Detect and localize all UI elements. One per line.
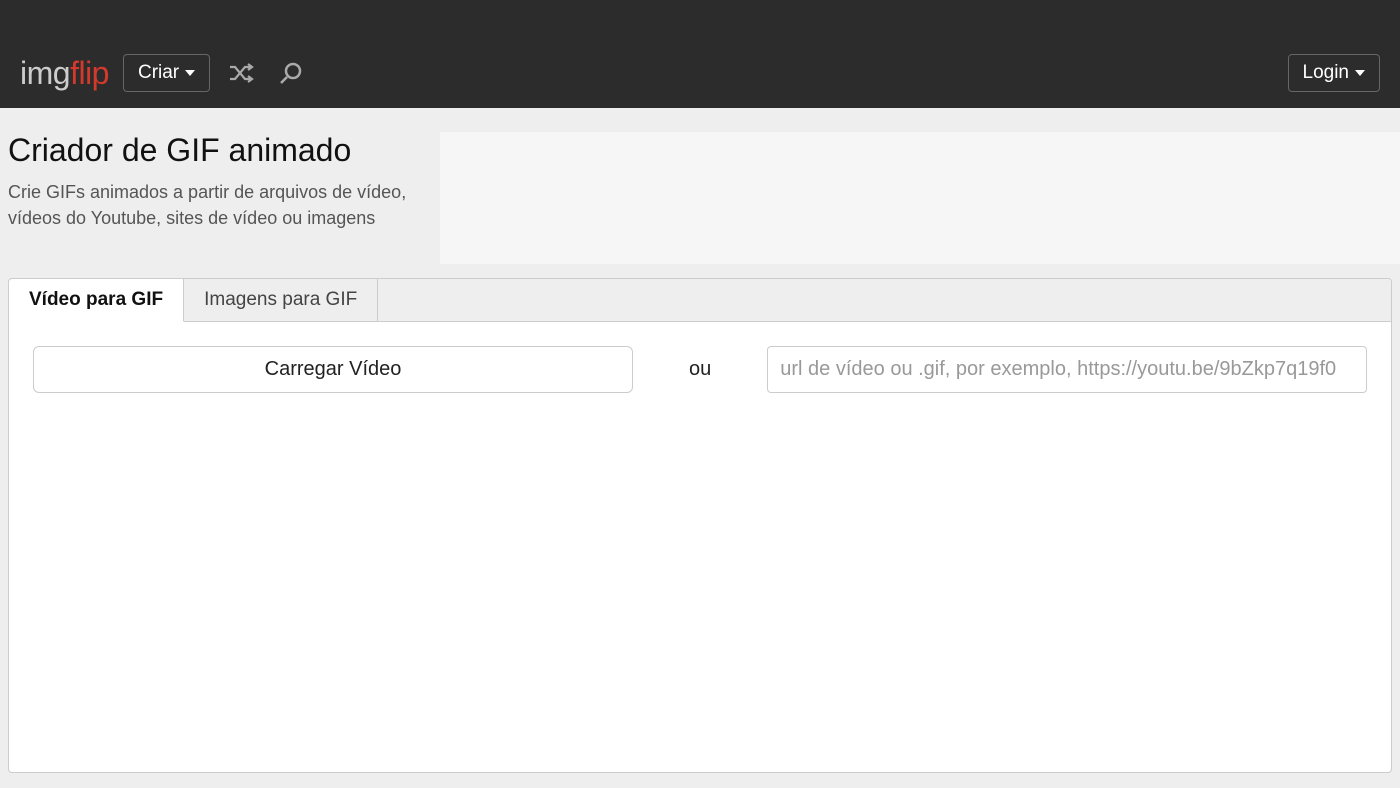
or-label: ou (633, 358, 767, 381)
shuffle-button[interactable] (224, 58, 260, 88)
logo-text-flip: flip (70, 55, 109, 92)
header-left: imgflip Criar (20, 54, 308, 92)
tab-video-to-gif[interactable]: Vídeo para GIF (9, 279, 184, 322)
title-block: Criador de GIF animado Crie GIFs animado… (8, 132, 438, 231)
login-button-label: Login (1303, 62, 1350, 84)
title-row: Criador de GIF animado Crie GIFs animado… (0, 108, 1400, 264)
ad-placeholder (440, 132, 1400, 264)
page-subtitle: Crie GIFs animados a partir de arquivos … (8, 179, 428, 231)
upload-row: Carregar Vídeo ou (33, 346, 1367, 393)
login-button[interactable]: Login (1288, 54, 1381, 92)
header-right: Login (1288, 54, 1381, 92)
video-url-input[interactable] (767, 346, 1367, 393)
logo[interactable]: imgflip (20, 55, 109, 92)
upload-video-button[interactable]: Carregar Vídeo (33, 346, 633, 393)
tab-container: Vídeo para GIF Imagens para GIF Carregar… (8, 278, 1392, 773)
caret-down-icon (185, 70, 195, 76)
tab-bar: Vídeo para GIF Imagens para GIF (9, 279, 1391, 322)
search-icon (278, 60, 304, 86)
create-button[interactable]: Criar (123, 54, 210, 92)
tab-content: Carregar Vídeo ou (9, 322, 1391, 772)
site-header: imgflip Criar Login (0, 0, 1400, 108)
page-title: Criador de GIF animado (8, 132, 438, 169)
create-button-label: Criar (138, 62, 179, 84)
search-button[interactable] (274, 56, 308, 90)
caret-down-icon (1355, 70, 1365, 76)
tab-images-to-gif[interactable]: Imagens para GIF (184, 279, 378, 321)
content: Criador de GIF animado Crie GIFs animado… (0, 108, 1400, 773)
shuffle-icon (228, 62, 256, 84)
logo-text-img: img (20, 55, 70, 92)
